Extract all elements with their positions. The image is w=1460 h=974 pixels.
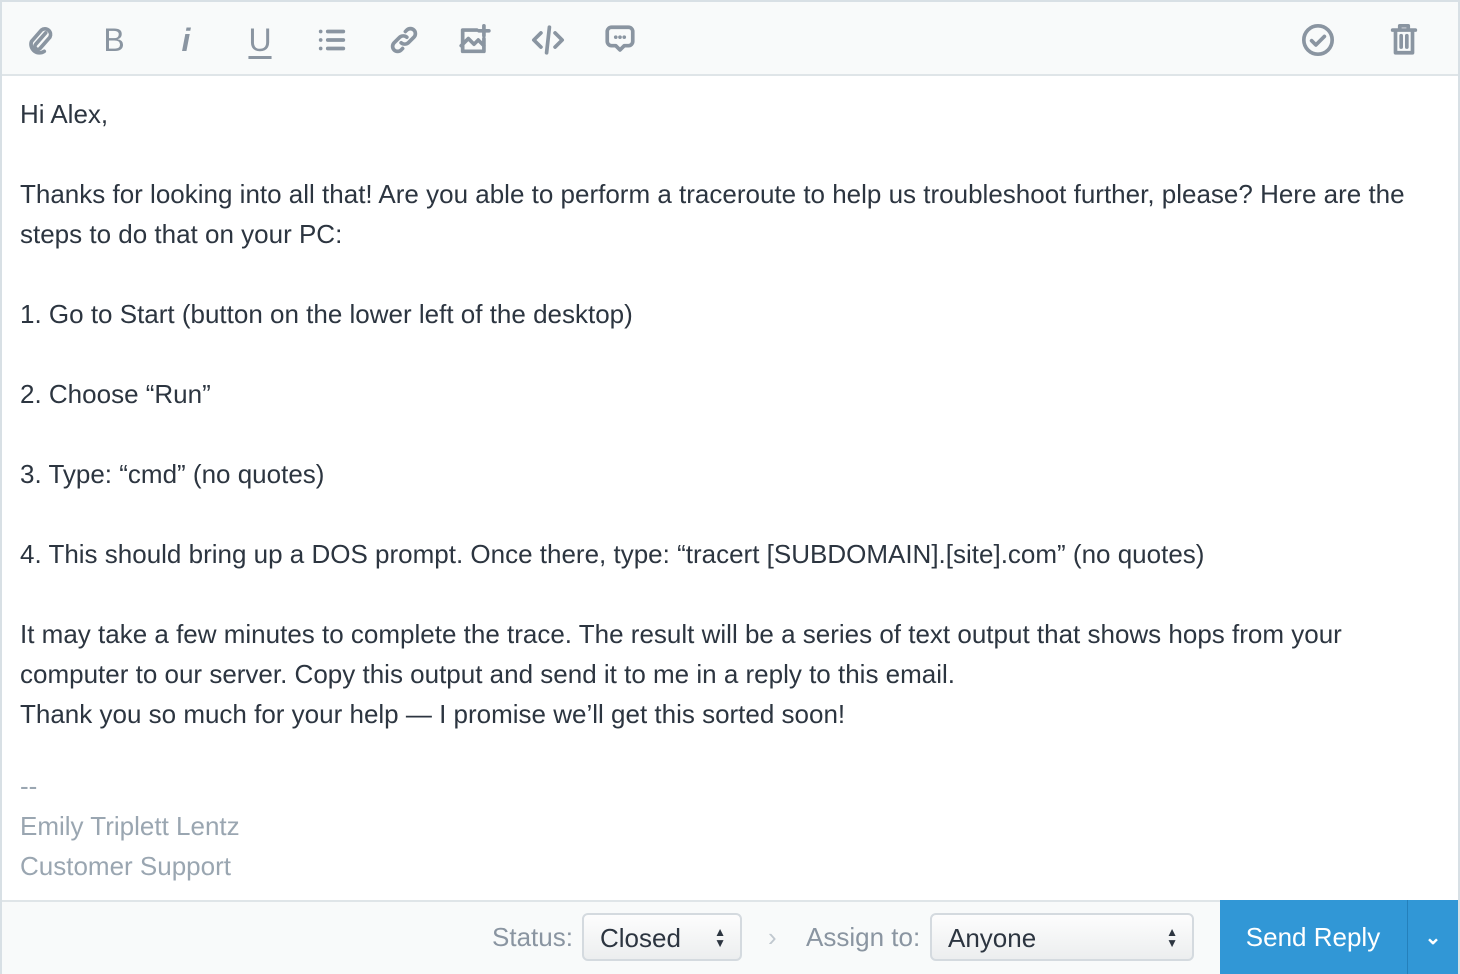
italic-button[interactable]: i bbox=[166, 20, 206, 60]
list-icon bbox=[318, 29, 346, 51]
chevron-down-icon: ⌄ bbox=[1424, 926, 1442, 949]
underline-icon: U bbox=[248, 21, 272, 58]
paragraph: Thanks for looking into all that! Are yo… bbox=[20, 179, 1405, 249]
send-reply-group: Send Reply ⌄ bbox=[1220, 900, 1458, 974]
message-body[interactable]: Hi Alex, Thanks for looking into all tha… bbox=[20, 94, 1428, 886]
link-icon bbox=[390, 26, 418, 54]
status-value: Closed bbox=[600, 923, 681, 953]
image-add-icon bbox=[459, 23, 491, 54]
check-circle-icon bbox=[1301, 23, 1335, 57]
code-button[interactable] bbox=[528, 20, 568, 60]
send-options-button[interactable]: ⌄ bbox=[1407, 900, 1458, 974]
step: 3. Type: “cmd” (no quotes) bbox=[20, 459, 325, 489]
chevron-right-icon: › bbox=[768, 922, 777, 952]
step: 4. This should bring up a DOS prompt. On… bbox=[20, 539, 1205, 569]
status-select[interactable]: Closed ▲ ▼ bbox=[582, 913, 742, 961]
updown-icon: ▲ ▼ bbox=[714, 925, 726, 950]
updown-icon: ▲ ▼ bbox=[1166, 925, 1178, 950]
list-button[interactable] bbox=[312, 20, 352, 60]
step: 2. Choose “Run” bbox=[20, 379, 211, 409]
signature-title: Customer Support bbox=[20, 851, 231, 881]
paragraph: It may take a few minutes to complete th… bbox=[20, 619, 1342, 689]
insert-image-button[interactable] bbox=[454, 20, 494, 60]
status-label: Status: bbox=[492, 922, 573, 952]
greeting: Hi Alex, bbox=[20, 99, 109, 129]
send-reply-button[interactable]: Send Reply bbox=[1220, 900, 1406, 974]
comment-icon bbox=[605, 25, 635, 52]
assign-value: Anyone bbox=[948, 923, 1037, 953]
paragraph: Thank you so much for your help — I prom… bbox=[20, 699, 846, 729]
saved-reply-button[interactable] bbox=[600, 20, 640, 60]
code-icon bbox=[531, 25, 565, 55]
signature-separator: -- bbox=[20, 771, 38, 801]
toolbar: B i U bbox=[2, 2, 1458, 76]
attach-button[interactable] bbox=[20, 20, 60, 60]
bold-icon: B bbox=[103, 21, 125, 58]
footer-bar: Status: Closed ▲ ▼ › Assign to: Anyone ▲ ▼ S… bbox=[2, 900, 1458, 974]
paperclip-icon bbox=[29, 27, 53, 55]
link-button[interactable] bbox=[384, 20, 424, 60]
step: 1. Go to Start (button on the lower left… bbox=[20, 299, 633, 329]
reply-editor: B i U Hi Alex, Thanks for looking into a… bbox=[0, 0, 1460, 974]
underline-button[interactable]: U bbox=[240, 20, 280, 60]
signature-name: Emily Triplett Lentz bbox=[20, 811, 240, 841]
assign-select[interactable]: Anyone ▲ ▼ bbox=[930, 913, 1194, 961]
assign-label: Assign to: bbox=[806, 922, 921, 952]
discard-button[interactable] bbox=[1384, 20, 1424, 60]
italic-icon: i bbox=[181, 21, 191, 58]
bold-button[interactable]: B bbox=[94, 20, 134, 60]
trash-icon bbox=[1390, 23, 1418, 55]
mark-done-button[interactable] bbox=[1298, 20, 1338, 60]
